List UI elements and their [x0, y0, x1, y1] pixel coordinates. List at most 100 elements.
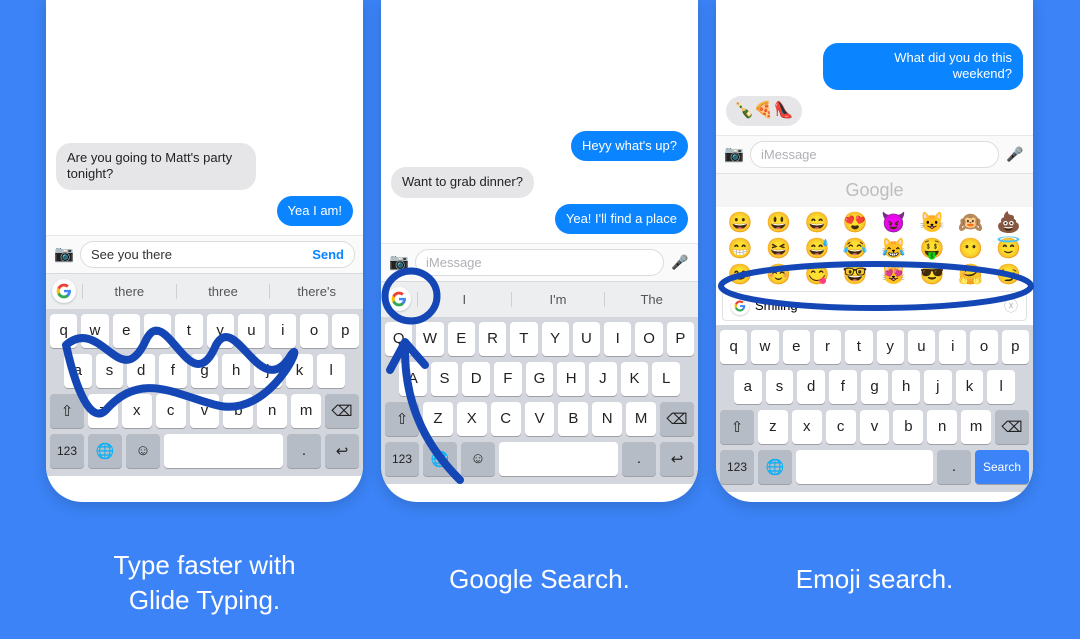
key-o[interactable]: O	[635, 322, 662, 356]
key-s[interactable]: S	[431, 362, 459, 396]
shift-key[interactable]: ⇧	[720, 410, 754, 444]
suggestion[interactable]: The	[604, 292, 698, 307]
suggestion[interactable]: three	[176, 284, 270, 299]
backspace-key[interactable]: ⌫	[660, 402, 694, 436]
compose-input[interactable]: See you there Send	[80, 241, 355, 268]
send-button[interactable]: Send	[312, 247, 344, 262]
space-key[interactable]	[499, 442, 618, 476]
emoji-cell[interactable]: 😏	[993, 265, 1025, 285]
numbers-key[interactable]: 123	[385, 442, 419, 476]
key-s[interactable]: s	[96, 354, 124, 388]
key-y[interactable]: y	[877, 330, 904, 364]
key-r[interactable]: R	[479, 322, 506, 356]
key-v[interactable]: v	[860, 410, 890, 444]
camera-icon[interactable]: 📷	[54, 244, 74, 264]
key-g[interactable]: G	[526, 362, 554, 396]
suggestion[interactable]: there's	[269, 284, 363, 299]
emoji-cell[interactable]: 🙉	[954, 213, 986, 233]
globe-key[interactable]: 🌐	[423, 442, 457, 476]
space-key[interactable]	[796, 450, 933, 484]
key-p[interactable]: p	[1002, 330, 1029, 364]
key-f[interactable]: f	[159, 354, 187, 388]
key-z[interactable]: z	[758, 410, 788, 444]
google-icon[interactable]	[52, 279, 76, 303]
return-key[interactable]: ↩	[660, 442, 694, 476]
space-key[interactable]	[164, 434, 283, 468]
emoji-cell[interactable]: 😂	[839, 239, 871, 259]
emoji-cell[interactable]: 😎	[916, 265, 948, 285]
key-f[interactable]: f	[829, 370, 857, 404]
key-u[interactable]: U	[573, 322, 600, 356]
key-j[interactable]: j	[254, 354, 282, 388]
key-z[interactable]: Z	[423, 402, 453, 436]
key-f[interactable]: F	[494, 362, 522, 396]
emoji-cell[interactable]: 😄	[801, 213, 833, 233]
key-j[interactable]: j	[924, 370, 952, 404]
shift-key[interactable]: ⇧	[50, 394, 84, 428]
key-b[interactable]: B	[558, 402, 588, 436]
key-l[interactable]: l	[317, 354, 345, 388]
emoji-key[interactable]: ☺	[461, 442, 495, 476]
key-h[interactable]: H	[557, 362, 585, 396]
emoji-cell[interactable]: 😆	[762, 239, 794, 259]
numbers-key[interactable]: 123	[720, 450, 754, 484]
key-v[interactable]: v	[190, 394, 220, 428]
key-x[interactable]: x	[792, 410, 822, 444]
key-h[interactable]: h	[222, 354, 250, 388]
globe-key[interactable]: 🌐	[88, 434, 122, 468]
key-n[interactable]: n	[257, 394, 287, 428]
key-u[interactable]: u	[238, 314, 265, 348]
emoji-cell[interactable]: 😇	[993, 239, 1025, 259]
google-icon[interactable]	[387, 287, 411, 311]
key-x[interactable]: x	[122, 394, 152, 428]
key-u[interactable]: u	[908, 330, 935, 364]
key-t[interactable]: T	[510, 322, 537, 356]
period-key[interactable]: .	[622, 442, 656, 476]
backspace-key[interactable]: ⌫	[995, 410, 1029, 444]
key-a[interactable]: a	[734, 370, 762, 404]
key-c[interactable]: c	[826, 410, 856, 444]
key-p[interactable]: P	[667, 322, 694, 356]
key-p[interactable]: p	[332, 314, 359, 348]
shift-key[interactable]: ⇧	[385, 402, 419, 436]
key-s[interactable]: s	[766, 370, 794, 404]
key-d[interactable]: d	[127, 354, 155, 388]
key-q[interactable]: q	[720, 330, 747, 364]
key-i[interactable]: i	[269, 314, 296, 348]
emoji-cell[interactable]: 😹	[878, 239, 910, 259]
key-k[interactable]: k	[956, 370, 984, 404]
emoji-cell[interactable]: 😃	[762, 213, 794, 233]
emoji-cell[interactable]: 😁	[724, 239, 756, 259]
numbers-key[interactable]: 123	[50, 434, 84, 468]
key-b[interactable]: b	[223, 394, 253, 428]
key-t[interactable]: t	[845, 330, 872, 364]
key-d[interactable]: D	[462, 362, 490, 396]
key-i[interactable]: I	[604, 322, 631, 356]
key-l[interactable]: L	[652, 362, 680, 396]
emoji-cell[interactable]: 😶	[954, 239, 986, 259]
key-w[interactable]: W	[416, 322, 443, 356]
emoji-cell[interactable]: 🤗	[954, 265, 986, 285]
emoji-cell[interactable]: ☺️	[762, 265, 794, 285]
emoji-cell[interactable]: 💩	[993, 213, 1025, 233]
key-e[interactable]: e	[783, 330, 810, 364]
clear-icon[interactable]: ⓧ	[1004, 296, 1018, 316]
key-k[interactable]: k	[286, 354, 314, 388]
emoji-key[interactable]: ☺	[126, 434, 160, 468]
key-z[interactable]: z	[88, 394, 118, 428]
camera-icon[interactable]: 📷	[389, 252, 409, 272]
key-v[interactable]: V	[525, 402, 555, 436]
key-e[interactable]: E	[448, 322, 475, 356]
emoji-cell[interactable]: 😈	[878, 213, 910, 233]
key-l[interactable]: l	[987, 370, 1015, 404]
emoji-cell[interactable]: 😺	[916, 213, 948, 233]
key-y[interactable]: y	[207, 314, 234, 348]
key-b[interactable]: b	[893, 410, 923, 444]
emoji-cell[interactable]: 😋	[801, 265, 833, 285]
key-r[interactable]: r	[144, 314, 171, 348]
key-o[interactable]: o	[970, 330, 997, 364]
compose-input[interactable]: iMessage	[750, 141, 999, 168]
key-n[interactable]: N	[592, 402, 622, 436]
camera-icon[interactable]: 📷	[724, 144, 744, 164]
key-g[interactable]: g	[861, 370, 889, 404]
